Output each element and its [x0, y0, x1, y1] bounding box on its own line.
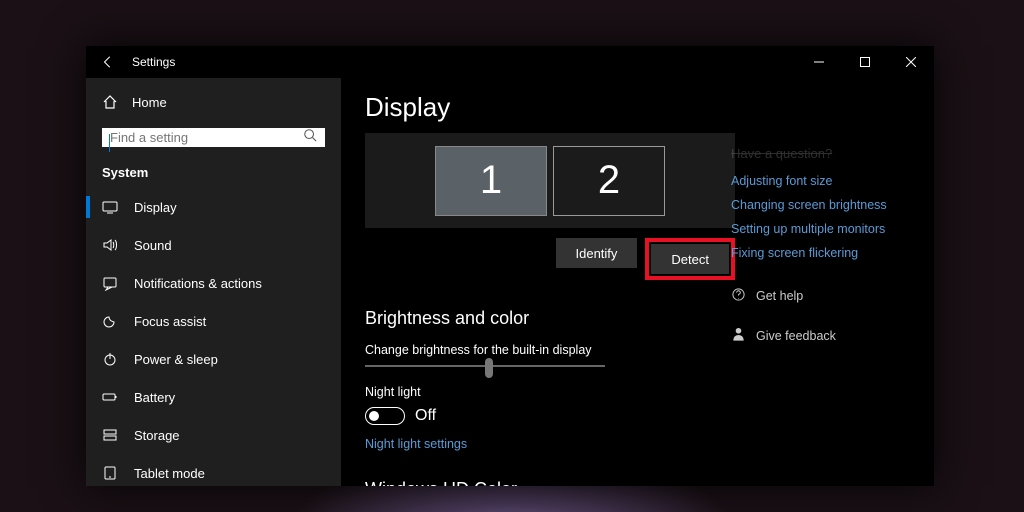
- content: Display 1 2 Identify Detect Brightness a…: [341, 78, 934, 486]
- nav-label: Storage: [134, 428, 180, 443]
- nav-label: Display: [134, 200, 177, 215]
- night-light-settings-link[interactable]: Night light settings: [365, 437, 755, 451]
- notifications-icon: [102, 275, 118, 291]
- minimize-button[interactable]: [796, 46, 842, 78]
- display-actions: Identify Detect: [365, 238, 735, 280]
- nav-label: Tablet mode: [134, 466, 205, 481]
- sidebar-category: System: [86, 161, 341, 188]
- battery-icon: [102, 389, 118, 405]
- feedback-icon: [731, 327, 746, 345]
- storage-icon: [102, 427, 118, 443]
- nav-label: Battery: [134, 390, 175, 405]
- toggle-state: Off: [415, 407, 436, 425]
- night-light-row: Off: [365, 407, 755, 425]
- get-help-link[interactable]: Get help: [731, 287, 934, 305]
- nav-label: Notifications & actions: [134, 276, 262, 291]
- question-heading: Have a question?: [731, 146, 934, 161]
- sidebar: Home System Display Sound Notifications …: [86, 78, 341, 486]
- slider-thumb[interactable]: [485, 358, 493, 378]
- brightness-heading: Brightness and color: [365, 308, 755, 329]
- hdcolor-heading: Windows HD Color: [365, 479, 755, 486]
- search-field[interactable]: [110, 130, 303, 145]
- sidebar-item-sound[interactable]: Sound: [86, 226, 341, 264]
- maximize-button[interactable]: [842, 46, 888, 78]
- sidebar-item-storage[interactable]: Storage: [86, 416, 341, 454]
- nav-label: Sound: [134, 238, 172, 253]
- sidebar-item-power[interactable]: Power & sleep: [86, 340, 341, 378]
- night-light-toggle[interactable]: [365, 407, 405, 425]
- detect-button[interactable]: Detect: [651, 244, 729, 274]
- help-link[interactable]: Changing screen brightness: [731, 193, 934, 217]
- text-caret: [109, 134, 110, 152]
- help-icon: [731, 287, 746, 305]
- home-link[interactable]: Home: [86, 86, 341, 118]
- home-label: Home: [132, 95, 167, 110]
- focus-icon: [102, 313, 118, 329]
- aside-panel: Have a question? Adjusting font size Cha…: [731, 92, 934, 345]
- power-icon: [102, 351, 118, 367]
- display-icon: [102, 199, 118, 215]
- window-body: Home System Display Sound Notifications …: [86, 78, 934, 486]
- help-links: Adjusting font size Changing screen brig…: [731, 169, 934, 265]
- feedback-label: Give feedback: [756, 329, 836, 343]
- monitor-1[interactable]: 1: [435, 146, 547, 216]
- home-icon: [102, 94, 118, 110]
- settings-window: Settings Home System Display: [86, 46, 934, 486]
- search-input[interactable]: [102, 128, 325, 147]
- nav-label: Power & sleep: [134, 352, 218, 367]
- brightness-slider[interactable]: [365, 365, 605, 367]
- help-link[interactable]: Fixing screen flickering: [731, 241, 934, 265]
- main-panel: Display 1 2 Identify Detect Brightness a…: [365, 92, 755, 486]
- night-light-label: Night light: [365, 385, 755, 399]
- window-controls: [796, 46, 934, 78]
- monitor-2[interactable]: 2: [553, 146, 665, 216]
- sidebar-item-battery[interactable]: Battery: [86, 378, 341, 416]
- highlight-box: Detect: [645, 238, 735, 280]
- sidebar-item-focus[interactable]: Focus assist: [86, 302, 341, 340]
- feedback-link[interactable]: Give feedback: [731, 327, 934, 345]
- sound-icon: [102, 237, 118, 253]
- app-title: Settings: [132, 55, 175, 69]
- tablet-icon: [102, 465, 118, 481]
- identify-button[interactable]: Identify: [556, 238, 638, 268]
- nav-label: Focus assist: [134, 314, 206, 329]
- help-link[interactable]: Adjusting font size: [731, 169, 934, 193]
- close-button[interactable]: [888, 46, 934, 78]
- sidebar-item-notifications[interactable]: Notifications & actions: [86, 264, 341, 302]
- back-button[interactable]: [98, 52, 118, 72]
- get-help-label: Get help: [756, 289, 803, 303]
- brightness-label: Change brightness for the built-in displ…: [365, 343, 755, 357]
- sidebar-item-display[interactable]: Display: [86, 188, 341, 226]
- page-title: Display: [365, 92, 755, 123]
- search-icon: [303, 128, 317, 147]
- titlebar: Settings: [86, 46, 934, 78]
- display-arrangement[interactable]: 1 2: [365, 133, 735, 228]
- help-link[interactable]: Setting up multiple monitors: [731, 217, 934, 241]
- sidebar-item-tablet[interactable]: Tablet mode: [86, 454, 341, 486]
